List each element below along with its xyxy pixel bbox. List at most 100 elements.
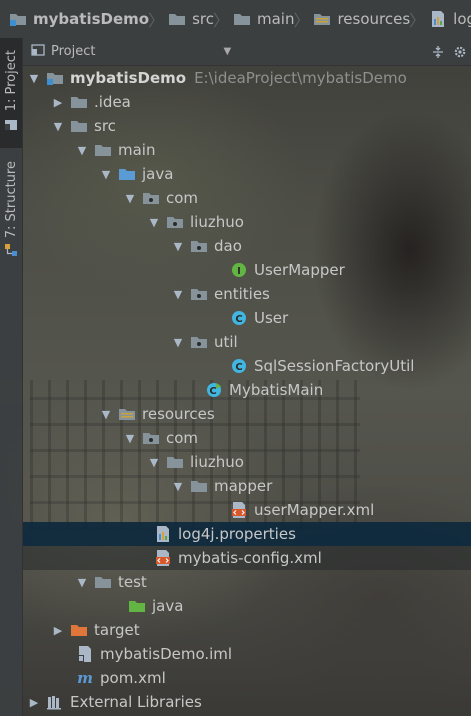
tree-node-idea[interactable]: ▶ .idea: [23, 90, 471, 114]
expanded-arrow-icon[interactable]: ▼: [99, 162, 113, 186]
collapsed-arrow-icon[interactable]: ▶: [27, 690, 41, 714]
collapse-all-icon[interactable]: [427, 45, 449, 59]
library-icon: [45, 692, 65, 712]
source-folder-icon: [117, 164, 137, 184]
resources-folder-icon: [312, 9, 332, 29]
tree-node-project-root[interactable]: ▼ mybatisDemo E:\ideaProject\mybatisDemo: [23, 66, 471, 90]
package-icon: [165, 212, 185, 232]
expanded-arrow-icon[interactable]: ▼: [147, 210, 161, 234]
tree-node-user[interactable]: C User: [23, 306, 471, 330]
package-icon: [189, 332, 209, 352]
expanded-arrow-icon[interactable]: ▼: [147, 450, 161, 474]
tree-node-resources-liuzhuo[interactable]: ▼ liuzhuo: [23, 450, 471, 474]
tree-node-com[interactable]: ▼ com: [23, 186, 471, 210]
folder-icon: [167, 9, 187, 29]
package-icon: [189, 236, 209, 256]
tree-node-util[interactable]: ▼ util: [23, 330, 471, 354]
expanded-arrow-icon[interactable]: ▼: [123, 186, 137, 210]
folder-icon: [189, 476, 209, 496]
tree-node-java[interactable]: ▼ java: [23, 162, 471, 186]
breadcrumb-separator: 〉: [212, 11, 229, 30]
breadcrumb-separator: 〉: [293, 11, 310, 30]
folder-icon: [69, 116, 89, 136]
properties-file-icon: [153, 524, 173, 544]
svg-text:C: C: [209, 386, 216, 397]
expanded-arrow-icon[interactable]: ▼: [51, 114, 65, 138]
expanded-arrow-icon[interactable]: ▼: [171, 474, 185, 498]
project-folder-icon: [45, 68, 65, 88]
excluded-folder-icon: [69, 620, 89, 640]
project-view-icon: [31, 43, 45, 61]
tree-node-entities[interactable]: ▼ entities: [23, 282, 471, 306]
breadcrumb-separator: 〉: [409, 11, 426, 30]
tree-node-iml[interactable]: mybatisDemo.iml: [23, 642, 471, 666]
tree-node-external-libraries[interactable]: ▶ External Libraries: [23, 690, 471, 714]
tree-node-resources-com[interactable]: ▼ com: [23, 426, 471, 450]
expanded-arrow-icon[interactable]: ▼: [171, 330, 185, 354]
svg-text:C: C: [235, 362, 242, 373]
tool-window-stripe: 1: Project 7: Structure: [0, 38, 23, 716]
test-source-folder-icon: [127, 596, 147, 616]
tree-node-liuzhuo[interactable]: ▼ liuzhuo: [23, 210, 471, 234]
collapsed-arrow-icon[interactable]: ▶: [51, 618, 65, 642]
breadcrumb-project[interactable]: mybatisDemo: [0, 0, 151, 38]
expanded-arrow-icon[interactable]: ▼: [99, 402, 113, 426]
tree-node-dao[interactable]: ▼ dao: [23, 234, 471, 258]
tree-node-mybatis-main[interactable]: C MybatisMain: [23, 378, 471, 402]
runnable-class-icon: C: [204, 380, 224, 400]
expanded-arrow-icon[interactable]: ▼: [75, 138, 89, 162]
tree-node-sql-session-factory-util[interactable]: C SqlSessionFactoryUtil: [23, 354, 471, 378]
tree-node-pom[interactable]: m pom.xml: [23, 666, 471, 690]
tree-node-target[interactable]: ▶ target: [23, 618, 471, 642]
resources-folder-icon: [117, 404, 137, 424]
tree-node-src[interactable]: ▼ src: [23, 114, 471, 138]
breadcrumb-log4j[interactable]: log4j.: [422, 0, 471, 38]
breadcrumb-resources[interactable]: resources: [306, 0, 412, 38]
breadcrumb-main[interactable]: main: [226, 0, 296, 38]
project-folder-icon: [8, 9, 28, 29]
xml-file-icon: [153, 548, 173, 568]
project-tool-tab[interactable]: 1: Project: [0, 38, 22, 148]
tree-node-test[interactable]: ▼ test: [23, 570, 471, 594]
tree-node-test-java[interactable]: java: [23, 594, 471, 618]
tree-node-user-mapper-xml[interactable]: userMapper.xml: [23, 498, 471, 522]
structure-tool-tab[interactable]: 7: Structure: [0, 156, 22, 266]
svg-text:C: C: [235, 314, 242, 325]
tree-node-main[interactable]: ▼ main: [23, 138, 471, 162]
project-panel-header: Project ▼: [23, 38, 471, 66]
chevron-down-icon[interactable]: ▼: [223, 46, 231, 57]
package-icon: [141, 428, 161, 448]
folder-icon: [93, 572, 113, 592]
tree-node-log4j-properties[interactable]: log4j.properties: [23, 522, 471, 546]
expanded-arrow-icon[interactable]: ▼: [123, 426, 137, 450]
folder-icon: [165, 452, 185, 472]
svg-text:m: m: [77, 670, 93, 686]
properties-file-icon: [428, 9, 448, 29]
breadcrumb-separator: 〉: [148, 11, 165, 30]
breadcrumb-src[interactable]: src: [161, 0, 216, 38]
tree-node-user-mapper[interactable]: I UserMapper: [23, 258, 471, 282]
tree-node-resources[interactable]: ▼ resources: [23, 402, 471, 426]
expanded-arrow-icon[interactable]: ▼: [27, 66, 41, 90]
folder-icon: [232, 9, 252, 29]
class-icon: C: [229, 356, 249, 376]
tree-node-mybatis-config-xml[interactable]: mybatis-config.xml: [23, 546, 471, 570]
maven-icon: m: [75, 668, 95, 688]
project-view-title[interactable]: Project: [51, 44, 95, 59]
svg-text:I: I: [237, 266, 241, 277]
tree-node-mapper[interactable]: ▼ mapper: [23, 474, 471, 498]
package-icon: [189, 284, 209, 304]
gear-icon[interactable]: [449, 45, 471, 59]
project-tool-icon: [4, 118, 18, 136]
folder-icon: [69, 92, 89, 112]
module-file-icon: [75, 644, 95, 664]
expanded-arrow-icon[interactable]: ▼: [171, 234, 185, 258]
package-icon: [141, 188, 161, 208]
interface-icon: I: [229, 260, 249, 280]
expanded-arrow-icon[interactable]: ▼: [171, 282, 185, 306]
expanded-arrow-icon[interactable]: ▼: [75, 570, 89, 594]
folder-icon: [93, 140, 113, 160]
xml-file-icon: [229, 500, 249, 520]
collapsed-arrow-icon[interactable]: ▶: [51, 90, 65, 114]
navigation-bar: mybatisDemo 〉 src 〉 main 〉 resources 〉 l…: [0, 0, 471, 39]
